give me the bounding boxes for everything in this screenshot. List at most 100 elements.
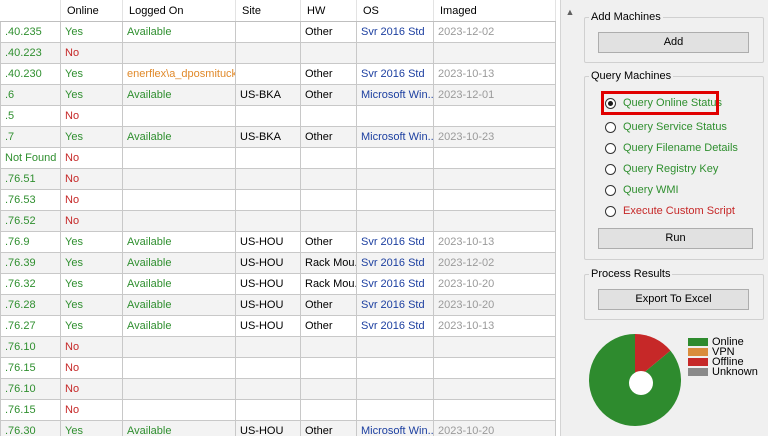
- cell-hw: [300, 378, 357, 400]
- cell-imaged: [433, 147, 556, 169]
- cell-os: [356, 399, 434, 421]
- cell-imaged: [433, 399, 556, 421]
- cell-online: No: [60, 189, 123, 211]
- cell-logged-on: Available: [122, 420, 236, 436]
- cell-os: Svr 2016 Std: [356, 294, 434, 316]
- cell-imaged: 2023-10-20: [433, 420, 556, 436]
- cell-online: Yes: [60, 63, 123, 85]
- cell-os: Microsoft Win...: [356, 126, 434, 148]
- legend-item-unknown: Unknown: [688, 367, 758, 378]
- table-row[interactable]: .5 No: [0, 105, 556, 127]
- table-row[interactable]: .76.10 No: [0, 378, 556, 400]
- table-row[interactable]: .7 Yes Available US-BKA Other Microsoft Win..…: [0, 126, 556, 148]
- table-row[interactable]: .76.30 Yes Available US-HOU Other Microsoft W…: [0, 420, 556, 436]
- radio-circle-icon[interactable]: [605, 121, 616, 133]
- run-button[interactable]: Run: [598, 228, 753, 249]
- cell-os: [356, 357, 434, 379]
- table-row[interactable]: .76.52 No: [0, 210, 556, 232]
- table-row[interactable]: .40.223 No: [0, 42, 556, 64]
- cell-imaged: 2023-12-02: [433, 252, 556, 274]
- radio-option[interactable]: Query Registry Key: [605, 160, 718, 178]
- cell-site: US-BKA: [235, 126, 301, 148]
- table-row[interactable]: .6 Yes Available US-BKA Other Microsoft Win..…: [0, 84, 556, 106]
- cell-name: .76.15: [0, 357, 61, 379]
- cell-name: .76.52: [0, 210, 61, 232]
- cell-os: Svr 2016 Std: [356, 231, 434, 253]
- cell-imaged: 2023-12-02: [433, 21, 556, 43]
- cell-logged-on: Available: [122, 126, 236, 148]
- table-row[interactable]: .76.28 Yes Available US-HOU Other Svr 2016 St…: [0, 294, 556, 316]
- table-row[interactable]: .76.51 No: [0, 168, 556, 190]
- table-row[interactable]: .76.15 No: [0, 399, 556, 421]
- highlight-box: [601, 91, 719, 115]
- column-header-hw[interactable]: HW: [300, 0, 357, 22]
- cell-online: Yes: [60, 21, 123, 43]
- cell-logged-on: Available: [122, 252, 236, 274]
- cell-os: [356, 336, 434, 358]
- cell-online: Yes: [60, 252, 123, 274]
- table-row[interactable]: .40.230 Yes enerflex\a_dposmituck Other Svr …: [0, 63, 556, 85]
- cell-site: [235, 42, 301, 64]
- legend-swatch: [688, 338, 708, 346]
- radio-circle-icon[interactable]: [605, 184, 616, 196]
- cell-name: Not Found: [0, 147, 61, 169]
- table-row[interactable]: .76.27 Yes Available US-HOU Other Svr 2016 St…: [0, 315, 556, 337]
- column-header-site[interactable]: Site: [235, 0, 301, 22]
- cell-name: .76.32: [0, 273, 61, 295]
- radio-option[interactable]: Execute Custom Script: [605, 202, 735, 220]
- cell-site: US-HOU: [235, 420, 301, 436]
- table-row[interactable]: Not Found No: [0, 147, 556, 169]
- legend-swatch: [688, 348, 708, 356]
- pie-hole: [629, 371, 653, 395]
- radio-label: Execute Custom Script: [623, 205, 735, 217]
- cell-imaged: [433, 168, 556, 190]
- cell-hw: Other: [300, 63, 357, 85]
- column-header-online[interactable]: Online: [60, 0, 123, 22]
- legend-swatch: [688, 368, 708, 376]
- radio-option[interactable]: Query Service Status: [605, 118, 727, 136]
- cell-logged-on: [122, 357, 236, 379]
- cell-imaged: [433, 105, 556, 127]
- column-header-imaged[interactable]: Imaged: [433, 0, 556, 22]
- cell-site: US-HOU: [235, 252, 301, 274]
- cell-online: No: [60, 399, 123, 421]
- cell-site: [235, 378, 301, 400]
- radio-option[interactable]: Query WMI: [605, 181, 679, 199]
- chevron-up-icon[interactable]: ▲: [562, 6, 578, 18]
- radio-circle-icon[interactable]: [605, 163, 616, 175]
- cell-online: Yes: [60, 84, 123, 106]
- machines-grid[interactable]: Online Logged On Site HW OS Imaged .40.2…: [0, 0, 561, 436]
- column-header-name[interactable]: [0, 0, 61, 22]
- cell-hw: [300, 105, 357, 127]
- radio-label: Query WMI: [623, 184, 679, 196]
- radio-option[interactable]: Query Filename Details: [605, 139, 738, 157]
- cell-site: US-HOU: [235, 315, 301, 337]
- add-button[interactable]: Add: [598, 32, 749, 53]
- cell-name: .76.51: [0, 168, 61, 190]
- radio-circle-icon[interactable]: [605, 205, 616, 217]
- cell-os: Svr 2016 Std: [356, 21, 434, 43]
- table-row[interactable]: .76.39YesAvailableUS-HOURack Mou...Svr 2…: [0, 252, 556, 274]
- cell-name: .76.15: [0, 399, 61, 421]
- cell-name: .76.53: [0, 189, 61, 211]
- cell-logged-on: [122, 147, 236, 169]
- cell-logged-on: Available: [122, 21, 236, 43]
- table-row[interactable]: .76.10 No: [0, 336, 556, 358]
- results-pie-chart: [589, 334, 681, 426]
- table-row[interactable]: .76.32YesAvailableUS-HOURack Mou...Svr 2…: [0, 273, 556, 295]
- table-row[interactable]: .76.15 No: [0, 357, 556, 379]
- table-row[interactable]: .76.53 No: [0, 189, 556, 211]
- cell-site: [235, 147, 301, 169]
- column-header-logged-on[interactable]: Logged On: [122, 0, 236, 22]
- column-header-os[interactable]: OS: [356, 0, 434, 22]
- cell-logged-on: [122, 189, 236, 211]
- cell-logged-on: [122, 336, 236, 358]
- radio-circle-icon[interactable]: [605, 142, 616, 154]
- cell-os: Svr 2016 Std: [356, 252, 434, 274]
- cell-online: No: [60, 105, 123, 127]
- table-row[interactable]: .76.9 Yes Available US-HOU Other Svr 2016 Std…: [0, 231, 556, 253]
- export-to-excel-button[interactable]: Export To Excel: [598, 289, 749, 310]
- table-row[interactable]: .40.235 Yes Available Other Svr 2016 Std 2023…: [0, 21, 556, 43]
- cell-hw: [300, 399, 357, 421]
- grid-vertical-scrollbar[interactable]: ▲: [562, 0, 578, 436]
